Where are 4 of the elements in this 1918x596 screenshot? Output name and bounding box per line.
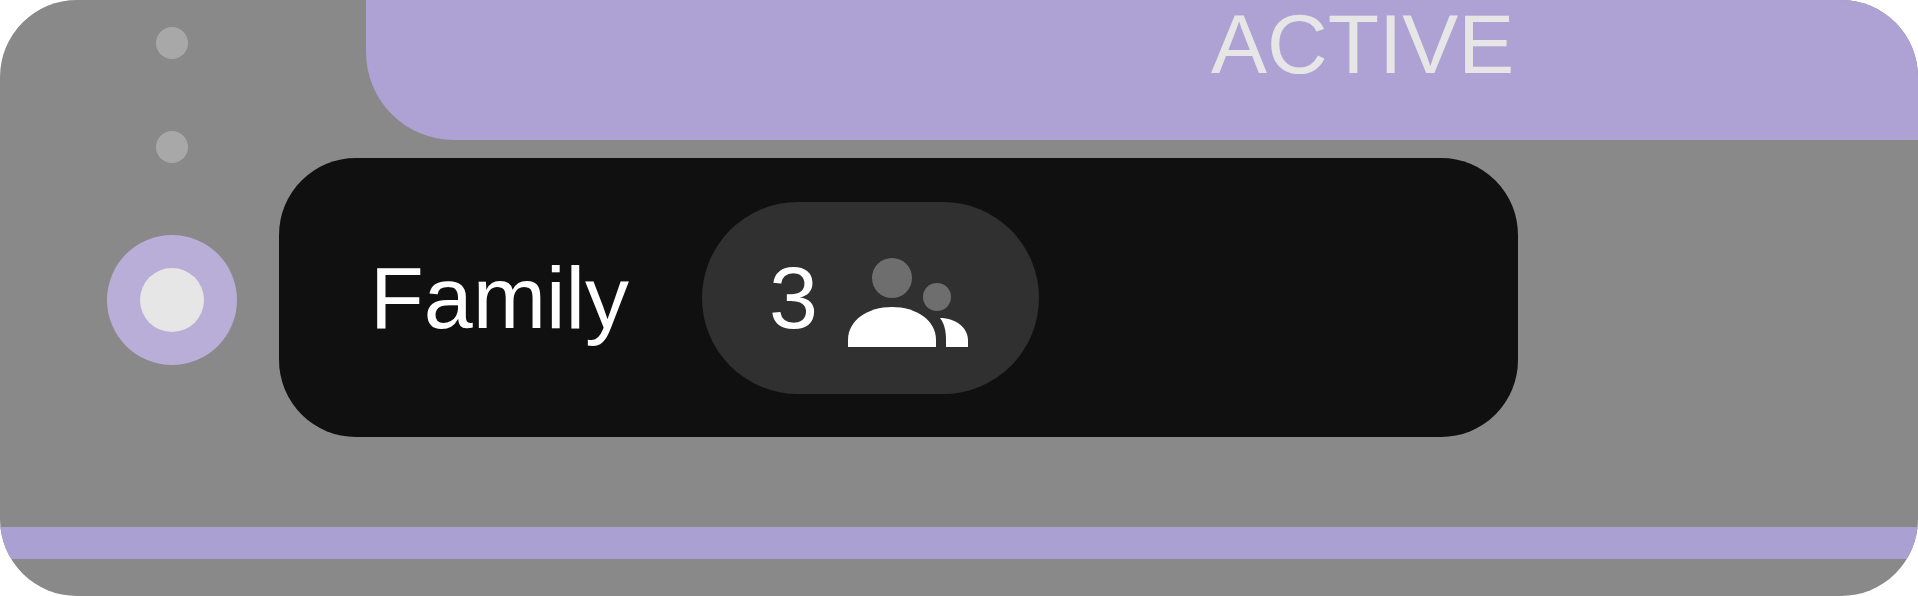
status-label: ACTIVE <box>1211 2 1515 86</box>
group-card[interactable]: Family 3 <box>279 158 1518 437</box>
people-icon <box>848 258 969 347</box>
member-count: 3 <box>769 253 819 342</box>
